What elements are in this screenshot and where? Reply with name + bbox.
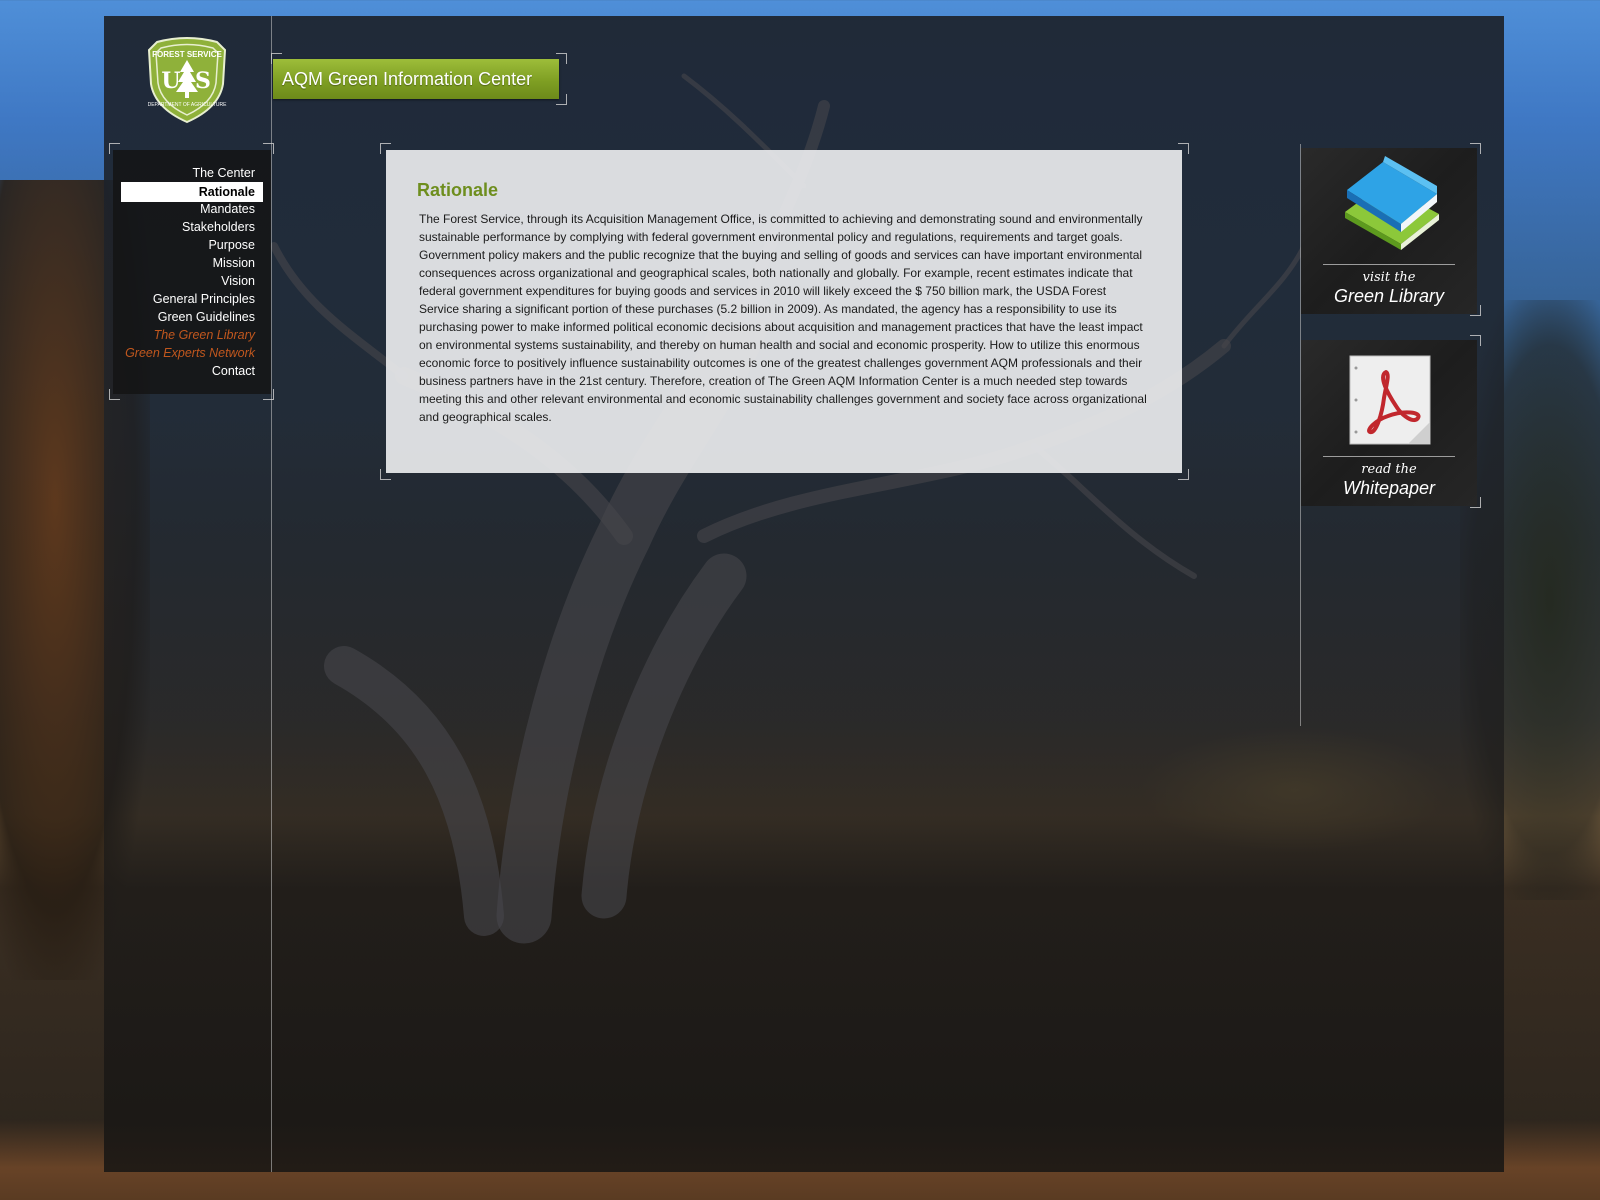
forest-service-logo[interactable]: FOREST SERVICE U S DEPARTMENT OF AGRICUL… [147, 36, 227, 124]
nav-item-contact[interactable]: Contact [121, 362, 263, 380]
nav-item-rationale[interactable]: Rationale [121, 182, 263, 202]
nav-item-the-center[interactable]: The Center [121, 164, 263, 182]
promo-divider [1323, 456, 1455, 457]
svg-text:DEPARTMENT OF AGRICULTURE: DEPARTMENT OF AGRICULTURE [148, 102, 227, 108]
pdf-icon [1349, 355, 1431, 445]
nav-item-stakeholders[interactable]: Stakeholders [121, 218, 263, 236]
site-title[interactable]: AQM Green Information Center [273, 59, 559, 99]
whitepaper-caption: read the [1361, 462, 1417, 477]
green-library-link[interactable]: visit the Green Library [1301, 148, 1477, 314]
promo-divider [1323, 264, 1455, 265]
content-body: The Forest Service, through its Acquisit… [419, 212, 1147, 424]
main-navigation: The Center Rationale Mandates Stakeholde… [113, 150, 271, 394]
whitepaper-link[interactable]: read the Whitepaper [1301, 340, 1477, 506]
nav-item-green-guidelines[interactable]: Green Guidelines [121, 308, 263, 326]
green-library-caption: visit the [1362, 270, 1416, 285]
nav-item-general-principles[interactable]: General Principles [121, 290, 263, 308]
nav-item-green-library[interactable]: The Green Library [121, 326, 263, 344]
page-title: Rationale [417, 180, 499, 200]
whitepaper-title: Whitepaper [1342, 478, 1436, 498]
sidebar-divider [271, 16, 272, 1172]
green-library-title: Green Library [1333, 286, 1445, 306]
nav-item-vision[interactable]: Vision [121, 272, 263, 290]
book-icon [1345, 156, 1439, 250]
nav-item-purpose[interactable]: Purpose [121, 236, 263, 254]
nav-item-green-experts-network[interactable]: Green Experts Network [121, 344, 263, 362]
nav-item-mandates[interactable]: Mandates [121, 200, 263, 218]
nav-list: The Center Rationale Mandates Stakeholde… [121, 164, 263, 380]
svg-text:S: S [195, 68, 211, 94]
content-panel: Rationale The Forest Service, through it… [386, 150, 1182, 473]
nav-item-mission[interactable]: Mission [121, 254, 263, 272]
svg-text:FOREST SERVICE: FOREST SERVICE [152, 50, 222, 59]
